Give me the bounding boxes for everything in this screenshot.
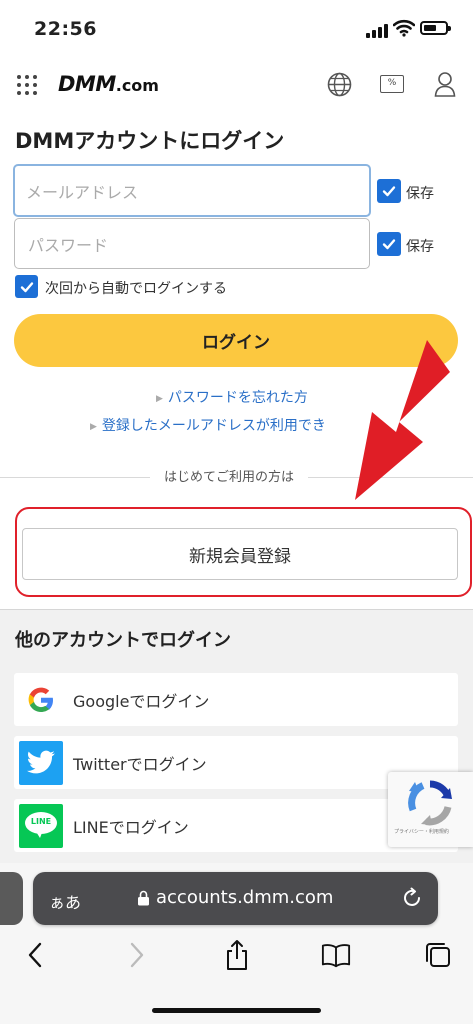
triangle-bullet-icon: ▶ bbox=[156, 394, 163, 404]
back-button[interactable] bbox=[20, 940, 50, 970]
red-arrow-annotation bbox=[355, 340, 450, 500]
google-login-button[interactable]: Googleでログイン bbox=[14, 673, 458, 726]
twitter-icon bbox=[19, 740, 63, 785]
google-login-label: Googleでログイン bbox=[73, 691, 210, 711]
recaptcha-footer: プライバシー・利用規約 bbox=[394, 829, 449, 835]
share-button[interactable] bbox=[222, 940, 252, 970]
line-icon: LINE bbox=[19, 803, 63, 848]
bookmarks-button[interactable] bbox=[321, 940, 351, 970]
logo-suffix: .com bbox=[115, 76, 159, 95]
chevron-right-icon bbox=[130, 942, 144, 968]
recaptcha-icon bbox=[408, 780, 452, 826]
first-time-label: はじめてご利用の方は bbox=[150, 466, 309, 485]
email-input[interactable]: メールアドレス bbox=[13, 164, 371, 217]
save-email-checkbox[interactable] bbox=[377, 179, 401, 203]
forgot-password-text: パスワードを忘れた方 bbox=[167, 390, 308, 406]
logo-main: DMM bbox=[58, 72, 116, 96]
register-button[interactable]: 新規会員登録 bbox=[22, 528, 458, 580]
twitter-login-label: Twitterでログイン bbox=[73, 754, 207, 774]
save-password-label: 保存 bbox=[406, 239, 434, 255]
line-icon-text: LINE bbox=[30, 816, 52, 826]
page-title: DMMアカウントにログイン bbox=[15, 129, 285, 153]
points-icon[interactable]: % bbox=[380, 75, 404, 93]
password-input[interactable]: パスワード bbox=[14, 218, 370, 269]
forgot-password-link[interactable]: ▶ パスワードを忘れた方 bbox=[156, 387, 308, 407]
share-icon bbox=[227, 940, 247, 970]
menu-grid-icon[interactable] bbox=[17, 75, 37, 95]
dmm-logo[interactable]: DMM.com bbox=[58, 72, 159, 96]
checkmark-icon bbox=[382, 186, 396, 197]
checkmark-icon bbox=[20, 281, 33, 292]
home-indicator bbox=[152, 1008, 321, 1013]
chevron-left-icon bbox=[28, 942, 42, 968]
other-accounts-title: 他のアカウントでログイン bbox=[15, 630, 231, 651]
recaptcha-badge[interactable]: プライバシー・利用規約 bbox=[388, 772, 473, 847]
reader-aa-button[interactable]: ぁあ bbox=[49, 889, 81, 913]
auto-login-checkbox[interactable] bbox=[15, 275, 38, 298]
previous-tab-edge[interactable] bbox=[0, 872, 23, 925]
auto-login-label: 次回から自動でログインする bbox=[45, 281, 227, 297]
panel-divider bbox=[0, 609, 473, 610]
line-login-label: LINEでログイン bbox=[73, 817, 189, 837]
line-bubble: LINE bbox=[25, 811, 57, 840]
url-text: accounts.dmm.com bbox=[156, 887, 334, 908]
triangle-bullet-icon: ▶ bbox=[90, 422, 97, 432]
status-time: 22:56 bbox=[34, 18, 97, 40]
checkmark-icon bbox=[382, 239, 396, 250]
battery-icon bbox=[420, 21, 451, 35]
registered-email-link[interactable]: ▶ 登録したメールアドレスが利用でき bbox=[90, 415, 326, 435]
save-password-checkbox[interactable] bbox=[377, 232, 401, 256]
tabs-icon bbox=[426, 943, 450, 967]
lock-icon bbox=[138, 890, 149, 906]
reload-icon[interactable] bbox=[401, 887, 423, 909]
cellular-signal-icon bbox=[366, 22, 388, 38]
tabs-button[interactable] bbox=[423, 940, 453, 970]
registered-email-text: 登録したメールアドレスが利用でき bbox=[101, 418, 326, 434]
wifi-icon bbox=[393, 19, 415, 37]
forward-button[interactable] bbox=[122, 940, 152, 970]
save-email-label: 保存 bbox=[406, 186, 434, 202]
google-icon bbox=[19, 678, 63, 722]
globe-icon[interactable] bbox=[327, 72, 352, 97]
book-icon bbox=[321, 944, 351, 968]
user-icon[interactable] bbox=[434, 71, 456, 97]
